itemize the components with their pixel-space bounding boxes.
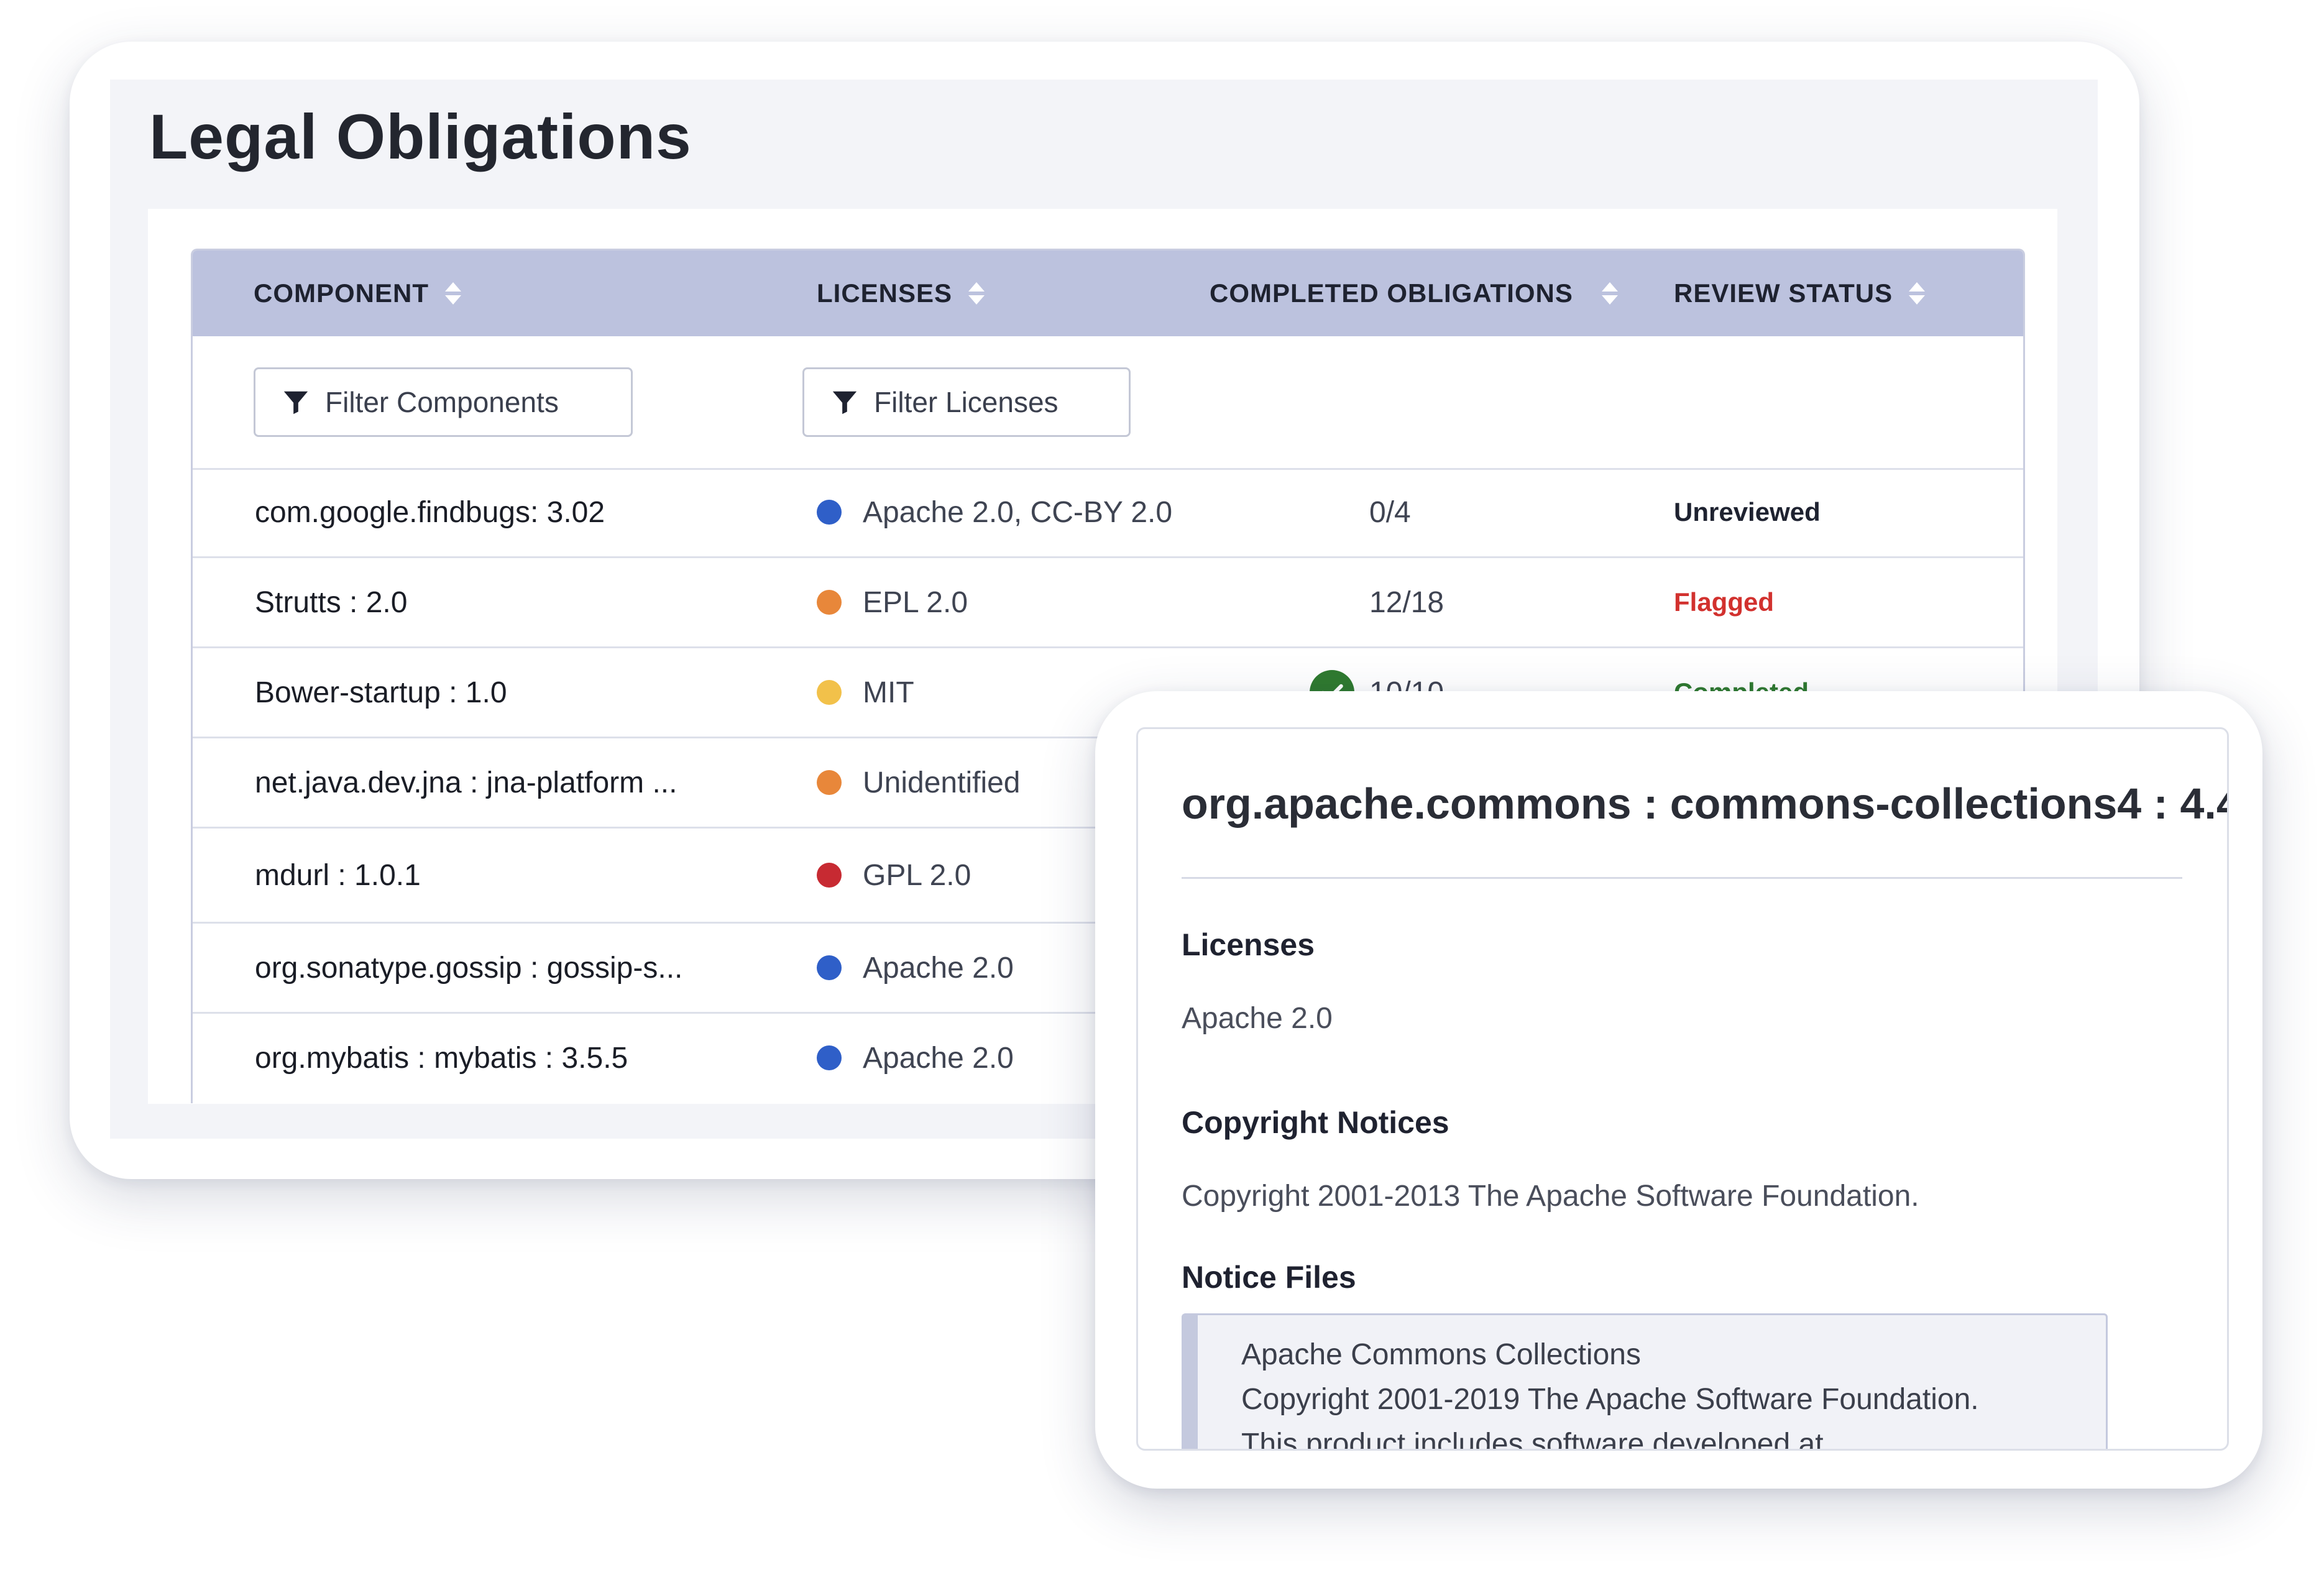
license-name: Unidentified xyxy=(863,766,1021,799)
table-row[interactable]: com.google.findbugs: 3.02 Apache 2.0, CC… xyxy=(193,468,2023,558)
license-dot xyxy=(817,955,842,980)
column-header-label: LICENSES xyxy=(817,278,953,308)
component-name[interactable]: net.java.dev.jna : jna-platform ... xyxy=(255,738,677,827)
filter-components-button[interactable]: Filter Components xyxy=(254,367,633,437)
column-header-label: COMPONENT xyxy=(254,278,429,308)
column-header-component[interactable]: COMPONENT xyxy=(254,250,461,336)
notice-line: Copyright 2001-2019 The Apache Software … xyxy=(1241,1383,1979,1416)
license-cell: GPL 2.0 xyxy=(817,829,971,922)
sort-icon[interactable] xyxy=(445,282,461,305)
detail-title: org.apache.commons : commons-collections… xyxy=(1182,779,2229,828)
license-cell: Apache 2.0 xyxy=(817,924,1014,1012)
license-dot xyxy=(817,863,842,888)
component-name[interactable]: Bower-startup : 1.0 xyxy=(255,648,507,737)
license-name: Apache 2.0 xyxy=(863,1041,1014,1075)
license-dot xyxy=(817,1045,842,1070)
license-name: Apache 2.0 xyxy=(863,951,1014,985)
divider xyxy=(1182,877,2182,879)
component-name[interactable]: mdurl : 1.0.1 xyxy=(255,829,421,922)
license-cell: EPL 2.0 xyxy=(817,558,968,646)
licenses-heading: Licenses xyxy=(1182,927,1315,962)
sort-icon[interactable] xyxy=(968,282,985,305)
component-name[interactable]: Strutts : 2.0 xyxy=(255,558,407,646)
license-dot xyxy=(817,590,842,615)
sort-icon[interactable] xyxy=(1601,282,1618,305)
component-name[interactable]: org.mybatis : mybatis : 3.5.5 xyxy=(255,1014,628,1102)
license-cell: MIT xyxy=(817,648,914,737)
notice-line: Apache Commons Collections xyxy=(1241,1338,1641,1371)
notice-line: This product includes software developed… xyxy=(1241,1428,1824,1451)
copyright-value: Copyright 2001-2013 The Apache Software … xyxy=(1182,1180,1919,1213)
license-name: MIT xyxy=(863,676,914,709)
obligations-count: 12/18 xyxy=(1369,585,1444,619)
column-header-licenses[interactable]: LICENSES xyxy=(817,250,985,336)
column-header-label: COMPLETED OBLIGATIONS xyxy=(1210,278,1573,308)
obligations-count: 0/4 xyxy=(1369,495,1411,529)
component-name[interactable]: com.google.findbugs: 3.02 xyxy=(255,468,605,556)
license-dot xyxy=(817,770,842,795)
licenses-value: Apache 2.0 xyxy=(1182,1002,1333,1035)
filter-icon xyxy=(832,391,857,415)
table-row[interactable]: Strutts : 2.0 EPL 2.0 12/18 Flagged xyxy=(193,558,2023,648)
review-status: Flagged xyxy=(1674,587,1775,617)
copyright-heading: Copyright Notices xyxy=(1182,1105,1449,1140)
license-name: GPL 2.0 xyxy=(863,858,971,892)
filter-icon xyxy=(283,391,308,415)
page-title: Legal Obligations xyxy=(149,101,692,172)
license-name: EPL 2.0 xyxy=(863,585,968,619)
notice-files-heading: Notice Files xyxy=(1182,1260,1356,1295)
column-header-obligations[interactable]: COMPLETED OBLIGATIONS xyxy=(1210,250,1618,336)
filter-row: Filter Components Filter Licenses xyxy=(193,336,2023,470)
license-cell: Apache 2.0 xyxy=(817,1014,1014,1102)
column-header-review-status[interactable]: REVIEW STATUS xyxy=(1674,250,1926,336)
filter-licenses-label: Filter Licenses xyxy=(874,386,1059,418)
filter-licenses-button[interactable]: Filter Licenses xyxy=(802,367,1131,437)
review-status: Unreviewed xyxy=(1674,497,1821,526)
filter-components-label: Filter Components xyxy=(325,386,559,418)
license-dot xyxy=(817,680,842,705)
column-header-label: REVIEW STATUS xyxy=(1674,278,1893,308)
component-name[interactable]: org.sonatype.gossip : gossip-s... xyxy=(255,924,682,1012)
sort-icon[interactable] xyxy=(1909,282,1926,305)
notice-file-content[interactable]: Apache Commons Collections Copyright 200… xyxy=(1182,1313,2108,1451)
component-detail-panel: org.apache.commons : commons-collections… xyxy=(1136,727,2229,1451)
license-cell: Unidentified xyxy=(817,738,1021,827)
license-name: Apache 2.0, CC-BY 2.0 xyxy=(863,495,1173,529)
license-dot xyxy=(817,500,842,525)
license-cell: Apache 2.0, CC-BY 2.0 xyxy=(817,468,1172,556)
table-header: COMPONENT LICENSES COMPLETED OBLIGATIONS… xyxy=(193,250,2023,336)
